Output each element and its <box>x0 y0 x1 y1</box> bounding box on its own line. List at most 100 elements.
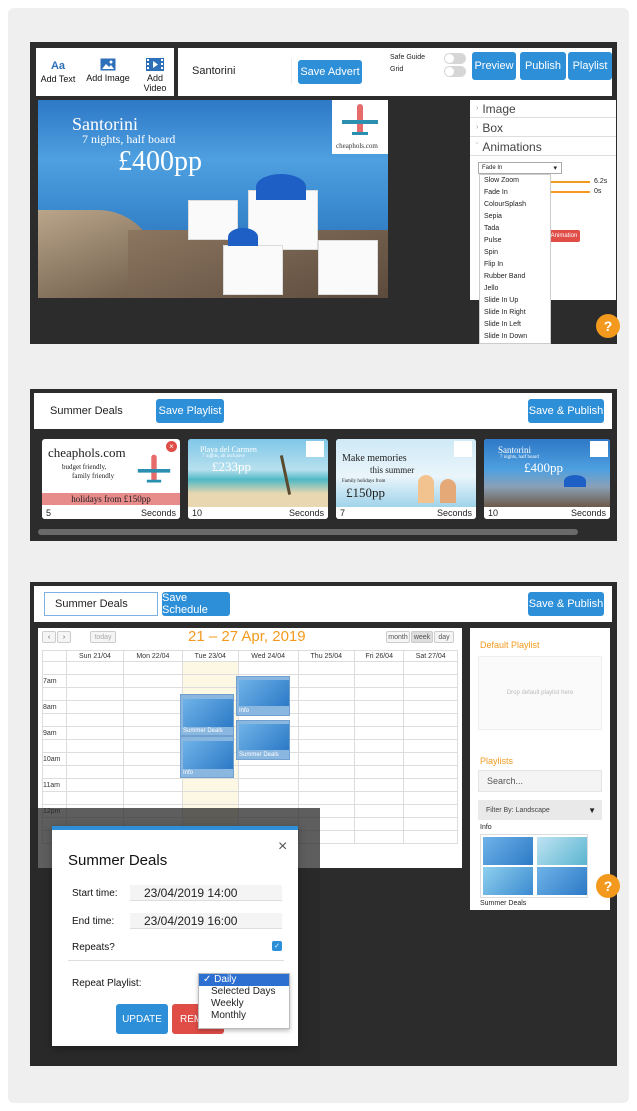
calendar-cell[interactable] <box>122 778 183 792</box>
add-video-button[interactable]: Add Video <box>136 58 174 93</box>
horizontal-scrollbar[interactable] <box>38 529 578 535</box>
calendar-cell[interactable] <box>297 791 355 805</box>
calendar-cell[interactable] <box>122 713 183 727</box>
close-icon[interactable]: × <box>166 441 177 452</box>
calendar-cell[interactable] <box>353 830 405 844</box>
animation-option[interactable]: Jello <box>480 283 550 295</box>
calendar-cell[interactable] <box>297 726 355 740</box>
calendar-cell[interactable] <box>353 713 405 727</box>
playlist-item[interactable]: Make memories this summer Family holiday… <box>336 439 476 519</box>
calendar-cell[interactable] <box>403 791 458 805</box>
calendar-cell[interactable] <box>66 700 124 714</box>
playlist-item[interactable]: Playa del Carmen 7 nights, all inclusive… <box>188 439 328 519</box>
image-accordion[interactable]: › Image <box>470 100 616 118</box>
animation-option[interactable]: Slide In Left <box>480 319 550 331</box>
calendar-cell[interactable] <box>353 674 405 688</box>
calendar-cell[interactable] <box>297 674 355 688</box>
calendar-cell[interactable] <box>403 765 458 779</box>
calendar-cell[interactable] <box>403 752 458 766</box>
calendar-cell[interactable] <box>297 661 355 675</box>
prev-week-button[interactable]: ‹ <box>42 631 56 643</box>
calendar-cell[interactable] <box>297 739 355 753</box>
calendar-cell[interactable] <box>403 713 458 727</box>
animation-select[interactable]: Fade In ▾ <box>478 162 562 174</box>
calendar-event[interactable]: Info <box>236 676 290 716</box>
animation-option[interactable]: Tada <box>480 223 550 235</box>
duration-value[interactable]: 7 <box>340 508 345 518</box>
calendar-cell[interactable] <box>122 700 183 714</box>
repeat-option[interactable]: Weekly <box>199 998 289 1010</box>
calendar-cell[interactable] <box>353 778 405 792</box>
calendar-cell[interactable] <box>122 765 183 779</box>
calendar-cell[interactable] <box>181 778 239 792</box>
repeat-option[interactable]: Monthly <box>199 1010 289 1022</box>
calendar-cell[interactable] <box>353 726 405 740</box>
calendar-cell[interactable] <box>297 713 355 727</box>
animation-option[interactable]: Flip In <box>480 259 550 271</box>
add-image-button[interactable]: Add Image <box>86 58 130 83</box>
save-schedule-button[interactable]: Save Schedule <box>162 592 230 616</box>
save-publish-button[interactable]: Save & Publish <box>528 399 604 423</box>
calendar-cell[interactable] <box>353 739 405 753</box>
calendar-cell[interactable] <box>66 726 124 740</box>
week-view-button[interactable]: week <box>411 631 433 643</box>
animation-option[interactable]: ColourSplash <box>480 199 550 211</box>
playlist-name-input[interactable]: Summer Deals <box>44 401 154 421</box>
animations-accordion[interactable]: ˇ Animations <box>470 138 616 156</box>
next-week-button[interactable]: › <box>57 631 71 643</box>
schedule-name-input[interactable]: Summer Deals <box>44 592 158 616</box>
calendar-cell[interactable] <box>297 752 355 766</box>
playlist-card[interactable] <box>480 834 588 898</box>
end-time-input[interactable]: 23/04/2019 16:00 <box>130 913 282 929</box>
duration-value[interactable]: 5 <box>46 508 51 518</box>
calendar-cell[interactable] <box>66 752 124 766</box>
calendar-cell[interactable] <box>297 778 355 792</box>
playlist-search-input[interactable]: Search... <box>478 770 602 792</box>
calendar-cell[interactable] <box>181 791 239 805</box>
calendar-cell[interactable] <box>297 765 355 779</box>
day-view-button[interactable]: day <box>434 631 454 643</box>
help-button[interactable]: ? <box>596 874 620 898</box>
calendar-cell[interactable] <box>353 752 405 766</box>
calendar-cell[interactable] <box>66 791 124 805</box>
save-advert-button[interactable]: Save Advert <box>298 60 362 84</box>
calendar-event[interactable]: Summer Deals <box>180 694 234 736</box>
canvas-price[interactable]: £400pp <box>118 146 202 178</box>
calendar-cell[interactable] <box>66 687 124 701</box>
calendar-cell[interactable] <box>181 661 239 675</box>
advert-canvas[interactable]: Santorini 7 nights, half board £400pp ch… <box>38 100 388 298</box>
animation-option[interactable]: Rubber Band <box>480 271 550 283</box>
default-playlist-dropzone[interactable]: Drop default playlist here <box>478 656 602 730</box>
calendar-cell[interactable] <box>403 778 458 792</box>
safe-guide-toggle[interactable] <box>444 53 466 64</box>
help-button[interactable]: ? <box>596 314 620 338</box>
playlist-button[interactable]: Playlist <box>568 52 612 80</box>
filter-select[interactable]: Filter By: Landscape ▼ <box>478 800 602 820</box>
animation-option[interactable]: Slow Zoom <box>480 175 550 187</box>
animation-option[interactable]: Slide In Right <box>480 307 550 319</box>
calendar-cell[interactable] <box>403 726 458 740</box>
box-accordion[interactable]: › Box <box>470 119 616 137</box>
calendar-cell[interactable] <box>353 765 405 779</box>
save-playlist-button[interactable]: Save Playlist <box>156 399 224 423</box>
preview-button[interactable]: Preview <box>472 52 516 80</box>
calendar-event[interactable]: Info <box>180 736 234 778</box>
calendar-cell[interactable] <box>403 804 458 818</box>
calendar-cell[interactable] <box>353 804 405 818</box>
calendar-cell[interactable] <box>297 700 355 714</box>
grid-toggle[interactable] <box>444 66 466 77</box>
calendar-cell[interactable] <box>403 739 458 753</box>
calendar-cell[interactable] <box>403 830 458 844</box>
repeat-option-selected[interactable]: ✓ Daily <box>199 974 289 986</box>
calendar-cell[interactable] <box>122 726 183 740</box>
calendar-cell[interactable] <box>122 674 183 688</box>
playlist-item[interactable]: cheaphols.com budget friendly, family fr… <box>42 439 180 519</box>
advert-name-input[interactable]: Santorini <box>178 58 292 84</box>
month-view-button[interactable]: month <box>386 631 410 643</box>
close-icon[interactable]: × <box>278 838 287 856</box>
calendar-cell[interactable] <box>66 661 124 675</box>
calendar-cell[interactable] <box>403 687 458 701</box>
calendar-cell[interactable] <box>403 817 458 831</box>
logo-box[interactable]: cheaphols.com <box>332 100 388 154</box>
calendar-cell[interactable] <box>403 661 458 675</box>
